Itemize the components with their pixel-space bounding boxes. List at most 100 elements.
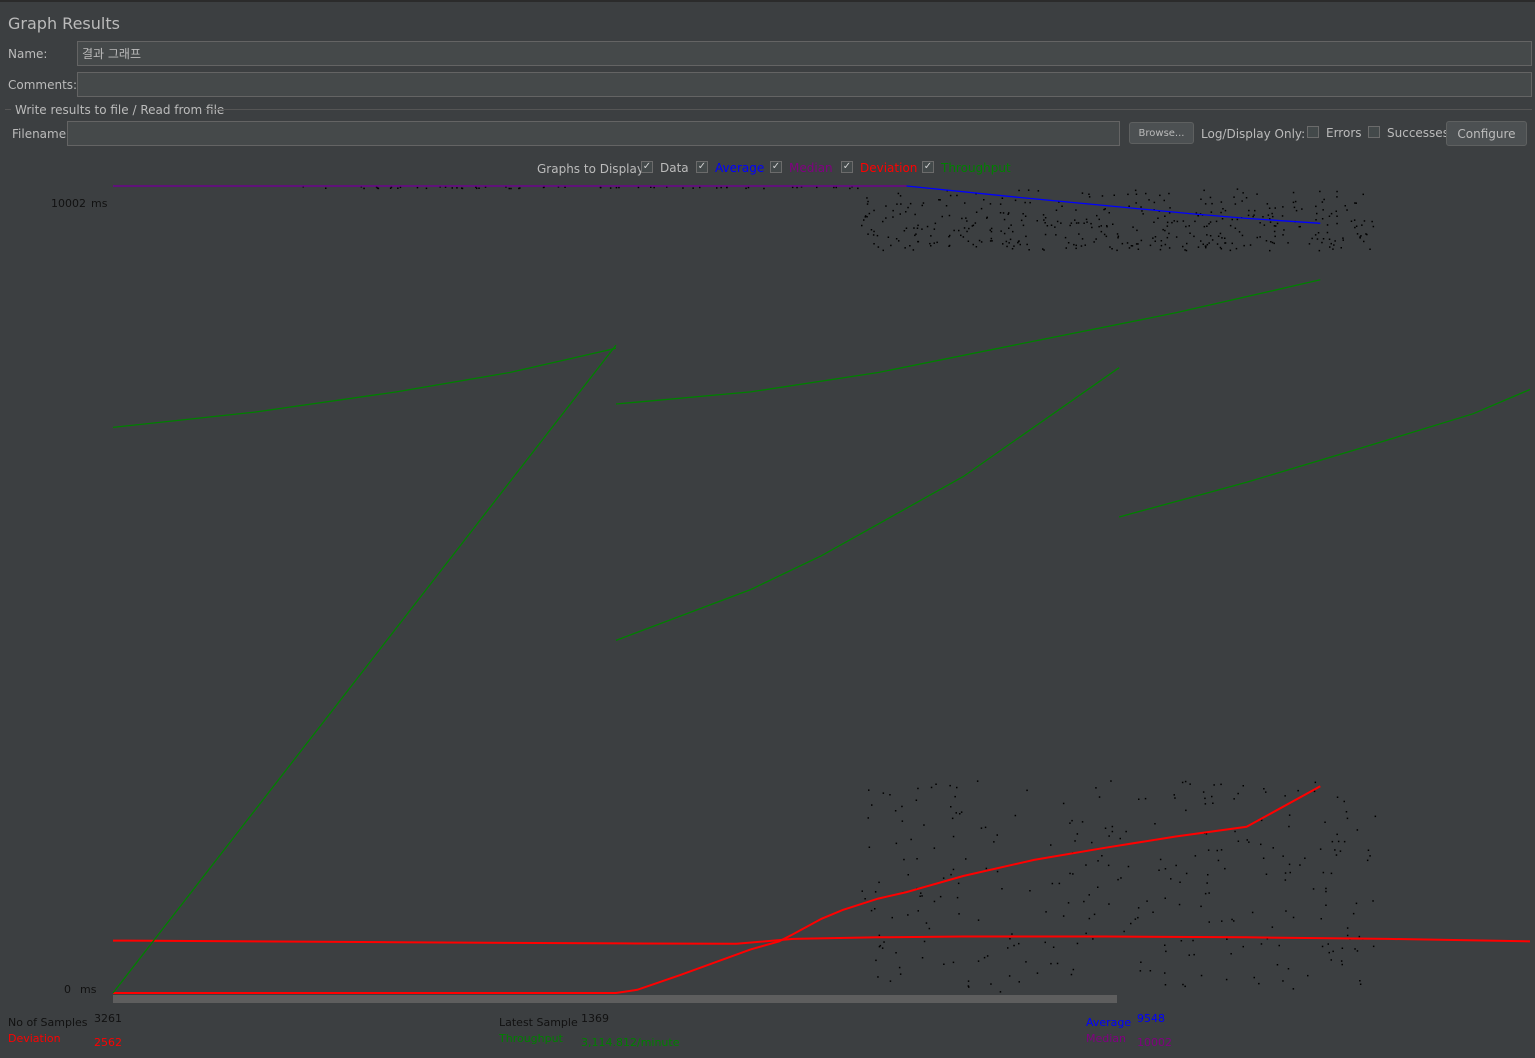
throughput-checkbox[interactable]: ✓ [922, 161, 934, 173]
data-point [1036, 220, 1038, 222]
group-border-right [204, 109, 1532, 110]
throughput-1-line [112, 344, 617, 994]
data-point [1037, 190, 1040, 192]
data-point [939, 895, 942, 898]
data-point [1018, 981, 1020, 983]
data-point [965, 858, 967, 860]
data-point [1093, 241, 1095, 243]
data-point [1157, 217, 1159, 219]
data-point [1003, 218, 1006, 221]
data-point [1265, 240, 1268, 242]
data-point [1071, 819, 1073, 822]
data-point [949, 784, 951, 787]
data-point [1142, 213, 1144, 215]
data-point [1308, 243, 1311, 245]
data-point [878, 945, 881, 948]
data-point [1222, 208, 1224, 210]
data-point [1220, 211, 1222, 214]
data-point [399, 186, 402, 189]
average-checkbox[interactable]: ✓ [696, 161, 708, 173]
data-point [747, 186, 750, 189]
data-point [1221, 218, 1224, 220]
data-point [975, 246, 978, 248]
data-point [861, 890, 863, 892]
data-point [990, 237, 993, 240]
data-point [1253, 214, 1255, 216]
data-point [1103, 233, 1106, 236]
data-point [1091, 226, 1093, 229]
data-point [1226, 938, 1228, 940]
data-point [1009, 938, 1011, 940]
data-point [1100, 230, 1103, 233]
data-point [916, 227, 919, 229]
browse-button[interactable]: Browse... [1129, 122, 1194, 144]
data-point [1105, 235, 1108, 238]
data-point [1055, 209, 1058, 211]
configure-button[interactable]: Configure [1446, 121, 1527, 146]
successes-checkbox[interactable] [1368, 126, 1380, 138]
data-point [542, 186, 545, 189]
graph-scrollbar[interactable] [113, 995, 1117, 1003]
data-point [899, 195, 902, 197]
data-point [1026, 243, 1028, 246]
data-point [958, 913, 960, 915]
data-point [1356, 829, 1359, 831]
data-point [1128, 205, 1130, 207]
data-point [1288, 814, 1291, 816]
data-point [1326, 224, 1329, 226]
comments-input[interactable] [77, 72, 1532, 97]
data-point [1237, 792, 1239, 795]
data-point [1019, 243, 1021, 246]
data-point [1241, 200, 1243, 202]
data-point [1064, 236, 1067, 239]
file-group-title: Write results to file / Read from file [15, 103, 225, 117]
data-point [1010, 224, 1012, 226]
data-point [1334, 849, 1336, 851]
data-point [959, 813, 961, 815]
data-point [864, 215, 867, 217]
data-point [1186, 242, 1188, 245]
data-point [1007, 947, 1009, 949]
data-point [835, 186, 837, 189]
data-point [917, 240, 919, 243]
data-point [1272, 847, 1274, 849]
data-point [1119, 837, 1121, 840]
data-point [1104, 827, 1107, 829]
data-point [1084, 244, 1086, 246]
data-point [1166, 236, 1169, 239]
data-point [891, 916, 893, 919]
data-point [1170, 878, 1172, 880]
data-point [1323, 198, 1325, 201]
data-point [1327, 943, 1329, 945]
deviation-checkbox[interactable]: ✓ [841, 161, 853, 173]
data-point [1164, 868, 1167, 870]
data-point [1236, 218, 1239, 221]
filename-input[interactable] [67, 121, 1120, 146]
data-point [870, 909, 873, 912]
data-point [1153, 221, 1155, 223]
data-point [1100, 225, 1102, 227]
data-point [1008, 242, 1010, 244]
data-point [907, 206, 909, 209]
data-point [1328, 215, 1331, 217]
data-point [996, 834, 998, 836]
data-point [933, 847, 936, 849]
data-point [1164, 229, 1166, 232]
data-point [1093, 913, 1096, 916]
data-point [984, 826, 987, 829]
data-point [1069, 872, 1071, 875]
median-checkbox[interactable]: ✓ [770, 161, 782, 173]
data-point [1325, 890, 1327, 893]
data-point [1193, 235, 1195, 238]
data-point [1208, 921, 1210, 923]
errors-checkbox[interactable] [1307, 126, 1319, 138]
data-point [1259, 236, 1261, 238]
data-point [1020, 219, 1023, 222]
data-point [1175, 864, 1177, 867]
data-point [1273, 242, 1275, 245]
name-input[interactable] [77, 41, 1532, 66]
data-checkbox[interactable]: ✓ [641, 161, 653, 173]
data-point [1078, 233, 1080, 235]
data-point [1254, 209, 1256, 212]
data-point [726, 186, 728, 189]
